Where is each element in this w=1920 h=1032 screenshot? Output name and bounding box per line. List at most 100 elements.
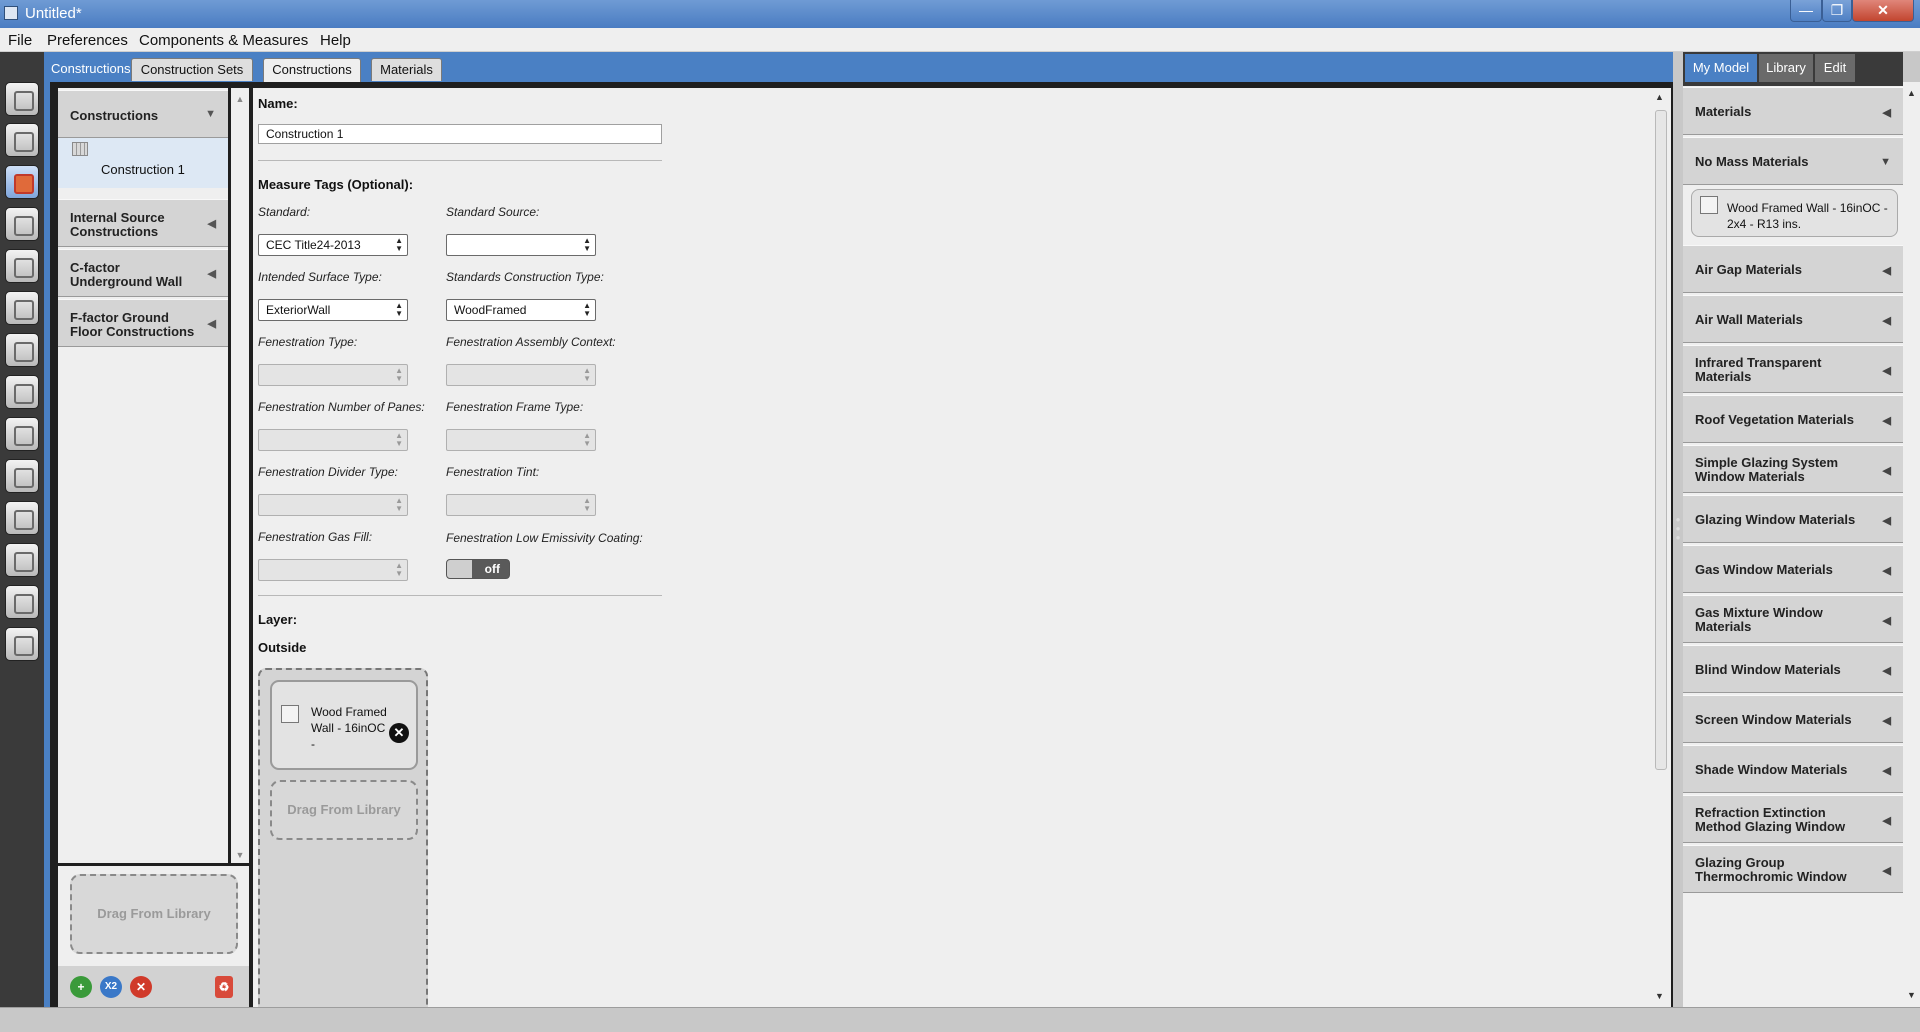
measure-tags-label: Measure Tags (Optional): <box>258 177 414 192</box>
low-e-toggle[interactable]: off <box>446 559 510 579</box>
category-no-mass-materials[interactable]: No Mass Materials ▼ <box>1683 137 1903 185</box>
scrollbar-thumb[interactable] <box>1655 110 1667 770</box>
tab-materials[interactable]: Materials <box>371 58 442 81</box>
category-label: Air Gap Materials <box>1695 262 1802 277</box>
fenestration-tint-combobox[interactable]: ▲ ▼ <box>446 494 596 516</box>
fenestration-low-e-label: Fenestration Low Emissivity Coating: <box>446 531 643 545</box>
results-icon[interactable] <box>5 627 39 661</box>
collapse-left-icon: ◀ <box>1882 665 1891 677</box>
standard-source-combobox[interactable]: ▲ ▼ <box>446 234 596 256</box>
remove-icon[interactable]: ✕ <box>130 976 152 998</box>
list-scrollbar[interactable]: ▲ ▼ <box>231 88 249 863</box>
tab-construction-sets[interactable]: Construction Sets <box>131 58 253 81</box>
facility-icon[interactable] <box>5 291 39 325</box>
scroll-up-icon[interactable]: ▲ <box>1655 92 1664 102</box>
menu-preferences[interactable]: Preferences <box>47 32 128 49</box>
schedules-icon[interactable] <box>5 123 39 157</box>
menu-help[interactable]: Help <box>320 32 351 49</box>
hvac-icon[interactable] <box>5 417 39 451</box>
list-header-f-factor[interactable]: F-factor Ground Floor Constructions ◀ <box>58 299 228 347</box>
splitter-handle-icon[interactable]: ● ● ● <box>1675 515 1681 545</box>
standard-value: CEC Title24-2013 <box>266 238 361 252</box>
standard-combobox[interactable]: CEC Title24-2013 ▲ ▼ <box>258 234 408 256</box>
category-gas-window-materials[interactable]: Gas Window Materials ◀ <box>1683 545 1903 593</box>
category-glazing-group-thermochromic[interactable]: Glazing Group Thermochromic Window ◀ <box>1683 845 1903 893</box>
drag-from-library-dropzone[interactable]: Drag From Library <box>70 874 238 954</box>
loads-icon[interactable] <box>5 207 39 241</box>
intended-surface-combobox[interactable]: ExteriorWall ▲ ▼ <box>258 299 408 321</box>
tab-edit[interactable]: Edit <box>1815 54 1855 82</box>
category-roof-vegetation-materials[interactable]: Roof Vegetation Materials ◀ <box>1683 395 1903 443</box>
tab-my-model[interactable]: My Model <box>1685 54 1757 82</box>
category-glazing-window-materials[interactable]: Glazing Window Materials ◀ <box>1683 495 1903 543</box>
category-simple-glazing-system[interactable]: Simple Glazing System Window Materials ◀ <box>1683 445 1903 493</box>
scroll-up-icon[interactable]: ▲ <box>1907 88 1916 98</box>
site-icon[interactable] <box>5 82 39 116</box>
inspector-scrollbar[interactable]: ▲ ▼ <box>1651 88 1671 1007</box>
standard-source-label: Standard Source: <box>446 205 540 219</box>
spinner-arrows-icon: ▲ ▼ <box>395 301 403 318</box>
intended-surface-value: ExteriorWall <box>266 303 331 317</box>
thermal-zones-icon[interactable] <box>5 375 39 409</box>
layer-drag-from-library-dropzone[interactable]: Drag From Library <box>270 780 418 840</box>
name-field[interactable]: Construction 1 <box>258 124 662 144</box>
run-icon[interactable] <box>5 585 39 619</box>
layer-item[interactable]: Wood Framed Wall - 16inOC - ✕ <box>270 680 418 770</box>
collapse-left-icon: ◀ <box>1882 415 1891 427</box>
status-bar <box>0 1007 1920 1032</box>
fenestration-gas-combobox[interactable]: ▲ ▼ <box>258 559 408 581</box>
list-item-construction-1[interactable]: Construction 1 <box>58 138 228 188</box>
category-materials[interactable]: Materials ◀ <box>1683 87 1903 135</box>
fenestration-frame-combobox[interactable]: ▲ ▼ <box>446 429 596 451</box>
scroll-down-icon[interactable]: ▼ <box>231 850 249 860</box>
spaces-icon[interactable] <box>5 333 39 367</box>
minimize-button[interactable]: — <box>1790 0 1822 22</box>
measures-icon[interactable] <box>5 543 39 577</box>
fenestration-assembly-combobox[interactable]: ▲ ▼ <box>446 364 596 386</box>
purge-icon[interactable]: ♻ <box>215 976 233 998</box>
category-shade-window-materials[interactable]: Shade Window Materials ◀ <box>1683 745 1903 793</box>
scroll-up-icon[interactable]: ▲ <box>231 94 249 104</box>
fenestration-divider-combobox[interactable]: ▲ ▼ <box>258 494 408 516</box>
standards-construction-combobox[interactable]: WoodFramed ▲ ▼ <box>446 299 596 321</box>
category-blind-window-materials[interactable]: Blind Window Materials ◀ <box>1683 645 1903 693</box>
spinner-arrows-icon: ▲ ▼ <box>395 236 403 253</box>
list-header-c-factor[interactable]: C-factor Underground Wall ◀ <box>58 249 228 297</box>
menu-components-measures[interactable]: Components & Measures <box>139 32 308 49</box>
menu-file[interactable]: File <box>8 32 32 49</box>
category-label: No Mass Materials <box>1695 154 1809 169</box>
name-label: Name: <box>258 96 298 111</box>
category-screen-window-materials[interactable]: Screen Window Materials ◀ <box>1683 695 1903 743</box>
collapse-left-icon: ◀ <box>1882 815 1891 827</box>
output-variables-icon[interactable] <box>5 459 39 493</box>
collapse-left-icon: ◀ <box>1882 315 1891 327</box>
simulation-settings-icon[interactable] <box>5 501 39 535</box>
category-refraction-extinction[interactable]: Refraction Extinction Method Glazing Win… <box>1683 795 1903 843</box>
divider <box>258 595 662 596</box>
remove-layer-icon[interactable]: ✕ <box>389 723 409 743</box>
category-infrared-transparent-materials[interactable]: Infrared Transparent Materials ◀ <box>1683 345 1903 393</box>
category-gas-mixture-window-materials[interactable]: Gas Mixture Window Materials ◀ <box>1683 595 1903 643</box>
list-header-internal-source[interactable]: Internal Source Constructions ◀ <box>58 199 228 247</box>
constructions-icon[interactable] <box>5 165 39 199</box>
add-icon[interactable]: + <box>70 976 92 998</box>
tab-library[interactable]: Library <box>1759 54 1813 82</box>
maximize-button[interactable]: ❐ <box>1822 0 1852 22</box>
scroll-down-icon[interactable]: ▼ <box>1655 991 1664 1001</box>
close-button[interactable]: ✕ <box>1852 0 1914 22</box>
main-tab-toolbar <box>0 52 44 1007</box>
collapse-left-icon: ◀ <box>1882 107 1891 119</box>
fenestration-gas-label: Fenestration Gas Fill: <box>258 530 373 544</box>
copy-button[interactable]: X2 <box>100 976 122 998</box>
tab-constructions[interactable]: Constructions <box>263 58 361 83</box>
layers-dropzone: Wood Framed Wall - 16inOC - ✕ Drag From … <box>258 668 428 1007</box>
fenestration-type-combobox[interactable]: ▲ ▼ <box>258 364 408 386</box>
scroll-down-icon[interactable]: ▼ <box>1907 990 1916 1000</box>
category-air-wall-materials[interactable]: Air Wall Materials ◀ <box>1683 295 1903 343</box>
library-item-wood-framed-wall[interactable]: Wood Framed Wall - 16inOC - 2x4 - R13 in… <box>1691 189 1898 237</box>
space-types-icon[interactable] <box>5 249 39 283</box>
category-air-gap-materials[interactable]: Air Gap Materials ◀ <box>1683 245 1903 293</box>
fenestration-panes-combobox[interactable]: ▲ ▼ <box>258 429 408 451</box>
library-scrollbar[interactable]: ▲ ▼ <box>1903 82 1920 1007</box>
list-header-constructions[interactable]: Constructions ▼ <box>58 90 228 138</box>
